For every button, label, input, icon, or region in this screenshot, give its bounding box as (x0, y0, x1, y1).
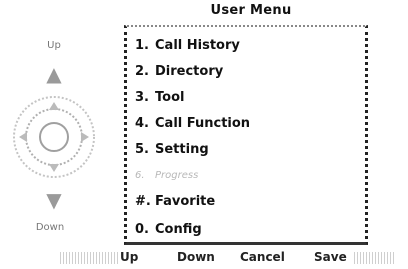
menu-item-number: 2. (135, 64, 149, 79)
softkey-save[interactable]: Save (314, 250, 347, 264)
menu-item-tool[interactable]: 3. Tool (135, 87, 184, 109)
page-title: User Menu (210, 3, 292, 18)
user-menu-list: 1. Call History 2. Directory 3. Tool 4. Call… (124, 25, 368, 245)
chevron-up-icon[interactable]: ▲ (34, 64, 74, 84)
menu-item-call-history[interactable]: 1. Call History (135, 35, 240, 57)
softkey-down[interactable]: Down (177, 250, 215, 264)
nav-up-label: Up (47, 40, 61, 51)
menu-item-label: Call History (155, 38, 240, 53)
menu-item-directory[interactable]: 2. Directory (135, 61, 223, 83)
menu-item-label: Favorite (155, 194, 216, 209)
softkey-up[interactable]: Up (120, 250, 138, 264)
menu-item-label: Call Function (155, 116, 251, 131)
nav-down-label: Down (35, 222, 65, 233)
menu-item-number: 3. (135, 90, 149, 105)
softkey-bar-noise-right (354, 252, 394, 264)
menu-item-number: 4. (135, 116, 149, 131)
menu-item-number: #. (135, 194, 151, 209)
menu-item-label: Directory (155, 64, 224, 79)
navigation-pad-icon[interactable] (9, 92, 99, 182)
menu-item-favorite[interactable]: #. Favorite (135, 191, 215, 213)
menu-item-label: Setting (155, 142, 209, 157)
menu-item-label: Config (155, 222, 202, 237)
menu-item-number: 1. (135, 38, 149, 53)
menu-item-number: 5. (135, 142, 149, 157)
menu-item-label: Progress (155, 170, 199, 181)
menu-item-call-function[interactable]: 4. Call Function (135, 113, 250, 135)
menu-item-config[interactable]: 0. Config (135, 219, 202, 241)
menu-item-number: 6. (135, 170, 145, 181)
menu-item-setting[interactable]: 5. Setting (135, 139, 209, 161)
chevron-down-icon[interactable]: ▼ (34, 190, 74, 210)
menu-item-number: 0. (135, 222, 149, 237)
softkey-bar-noise-left (60, 252, 118, 264)
softkey-cancel[interactable]: Cancel (240, 250, 285, 264)
menu-item-label: Tool (155, 90, 185, 105)
menu-item-progress: 6. Progress (135, 165, 198, 187)
